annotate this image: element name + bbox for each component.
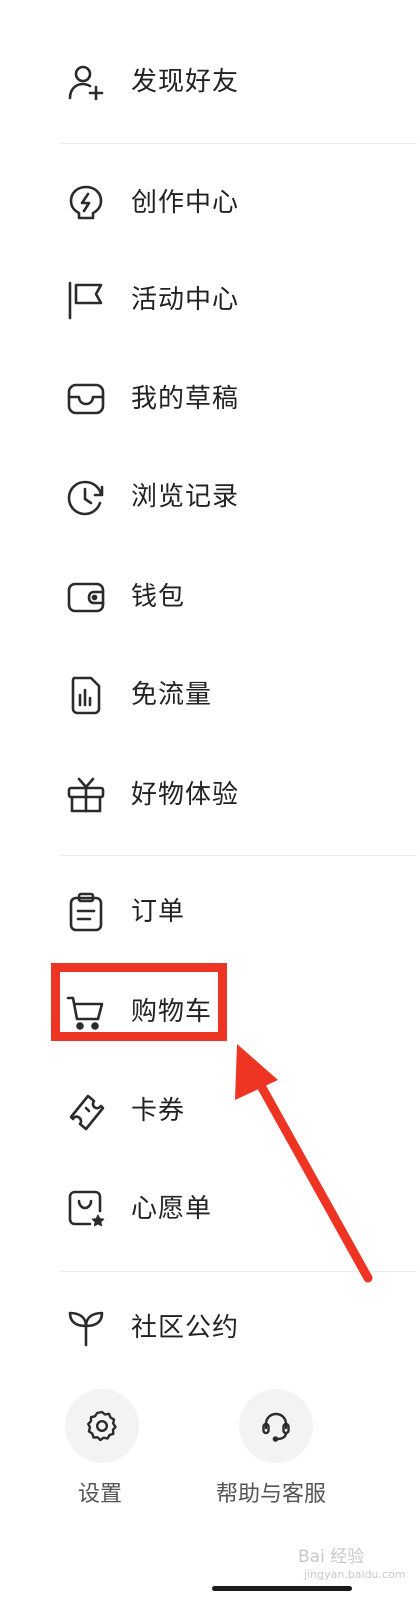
menu-item-label: 心愿单 bbox=[131, 1194, 213, 1224]
menu-item-creator-center[interactable]: 创作中心 bbox=[0, 173, 417, 233]
menu-item-free-data[interactable]: 免流量 bbox=[0, 665, 417, 725]
menu-item-discover-friends[interactable]: 发现好友 bbox=[0, 52, 417, 112]
flag-icon bbox=[66, 280, 106, 320]
inbox-icon bbox=[66, 379, 106, 419]
menu-item-label: 发现好友 bbox=[131, 67, 240, 97]
clipboard-icon bbox=[66, 892, 106, 932]
wallet-icon bbox=[66, 577, 106, 617]
bulb-lightning-icon bbox=[66, 183, 106, 223]
menu-item-label: 免流量 bbox=[131, 680, 213, 710]
sim-card-icon bbox=[66, 675, 106, 715]
menu-item-drafts[interactable]: 我的草稿 bbox=[0, 369, 417, 429]
settings-button[interactable] bbox=[65, 1389, 139, 1463]
home-indicator bbox=[212, 1586, 352, 1591]
menu-item-history[interactable]: 浏览记录 bbox=[0, 467, 417, 527]
highlight-box bbox=[51, 963, 227, 1041]
menu-item-label: 浏览记录 bbox=[131, 482, 240, 512]
add-friend-icon bbox=[66, 62, 106, 102]
gear-icon bbox=[85, 1409, 119, 1443]
help-support-label: 帮助与客服 bbox=[216, 1482, 327, 1507]
menu-item-product-trial[interactable]: 好物体验 bbox=[0, 765, 417, 825]
divider bbox=[60, 1271, 417, 1272]
coupon-ticket-icon bbox=[66, 1091, 106, 1131]
menu-item-label: 订单 bbox=[131, 897, 186, 927]
divider bbox=[60, 143, 417, 144]
sprout-icon bbox=[66, 1308, 106, 1348]
menu-item-label: 创作中心 bbox=[131, 188, 240, 218]
menu-item-label: 好物体验 bbox=[131, 780, 240, 810]
menu-item-activity-center[interactable]: 活动中心 bbox=[0, 270, 417, 330]
help-support-button[interactable] bbox=[239, 1389, 313, 1463]
menu-item-label: 社区公约 bbox=[131, 1313, 240, 1343]
gift-icon bbox=[66, 775, 106, 815]
history-clock-icon bbox=[66, 477, 106, 517]
watermark-url: jingyan.baidu.com bbox=[304, 1568, 406, 1581]
headset-icon bbox=[259, 1409, 293, 1443]
menu-item-wishlist[interactable]: 心愿单 bbox=[0, 1179, 417, 1239]
divider bbox=[60, 855, 417, 856]
wishlist-bag-icon bbox=[66, 1189, 106, 1229]
menu-item-label: 我的草稿 bbox=[131, 384, 240, 414]
menu-item-orders[interactable]: 订单 bbox=[0, 882, 417, 942]
watermark: Bai 经验 bbox=[298, 1547, 365, 1567]
menu-item-label: 钱包 bbox=[131, 582, 186, 612]
menu-item-wallet[interactable]: 钱包 bbox=[0, 567, 417, 627]
menu-item-label: 卡券 bbox=[131, 1096, 186, 1126]
settings-label: 设置 bbox=[78, 1482, 123, 1507]
menu-item-community-guidelines[interactable]: 社区公约 bbox=[0, 1298, 417, 1358]
menu-item-label: 活动中心 bbox=[131, 285, 240, 315]
menu-item-coupons[interactable]: 卡券 bbox=[0, 1081, 417, 1141]
